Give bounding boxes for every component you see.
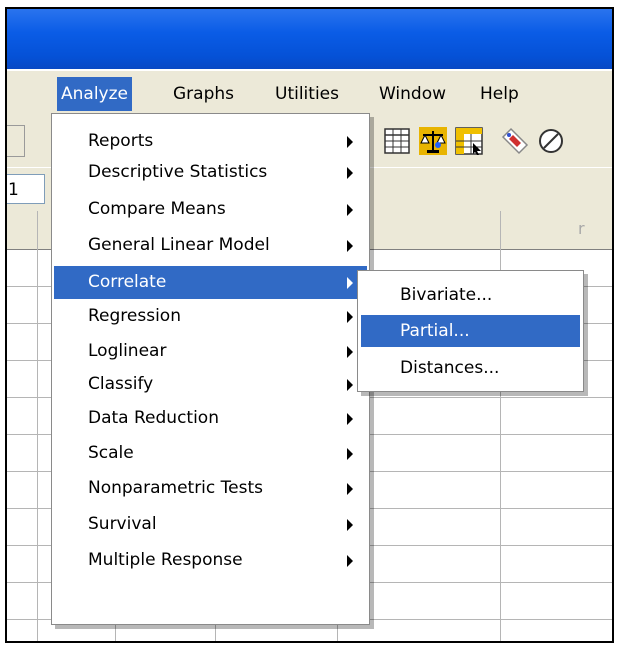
menu-item-nonparametric-tests[interactable]: Nonparametric Tests [54, 474, 367, 503]
submenu-arrow-icon [347, 204, 353, 216]
value-labels-icon[interactable] [499, 125, 531, 157]
analyze-dropdown-menu: Reports Descriptive Statistics Compare M… [51, 113, 370, 625]
menu-item-compare-means[interactable]: Compare Means [54, 195, 367, 224]
menu-item-label: Correlate [88, 272, 167, 292]
menu-item-correlate[interactable]: Correlate [54, 266, 367, 299]
menu-item-loglinear[interactable]: Loglinear [54, 337, 367, 366]
select-cases-icon[interactable] [453, 125, 485, 157]
submenu-arrow-icon [347, 555, 353, 567]
menu-item-partial[interactable] [7, 77, 11, 111]
menu-item-label: Classify [88, 374, 154, 394]
menu-item-label: Scale [88, 443, 134, 463]
menu-item-label: Regression [88, 306, 181, 326]
menu-item-label: Loglinear [88, 341, 167, 361]
submenu-arrow-icon [347, 346, 353, 358]
submenu-arrow-icon [347, 379, 353, 391]
submenu-arrow-icon [347, 519, 353, 531]
cell-reference-field[interactable]: 1 [7, 174, 45, 204]
correlate-submenu: Bivariate... Partial... Distances... [357, 270, 584, 392]
balance-scale-icon[interactable] [417, 125, 449, 157]
submenu-item-bivariate[interactable]: Bivariate... [361, 279, 580, 311]
submenu-arrow-icon [347, 311, 353, 323]
menu-item-label: Data Reduction [88, 408, 219, 428]
submenu-item-distances[interactable]: Distances... [361, 352, 580, 384]
menu-item-scale[interactable]: Scale [54, 439, 367, 468]
title-bar[interactable] [7, 9, 612, 69]
menu-analyze[interactable]: Analyze [57, 77, 132, 111]
menu-item-label: Compare Means [88, 199, 226, 219]
menu-graphs[interactable]: Graphs [169, 77, 238, 111]
menu-window[interactable]: Window [375, 77, 450, 111]
menu-item-classify[interactable]: Classify [54, 370, 367, 399]
submenu-arrow-icon [347, 167, 353, 179]
use-sets-icon[interactable] [535, 125, 567, 157]
menu-item-label: Descriptive Statistics [88, 162, 268, 182]
menu-help[interactable]: Help [476, 77, 523, 111]
menu-utilities[interactable]: Utilities [271, 77, 343, 111]
menu-item-label: Nonparametric Tests [88, 478, 263, 498]
grid-icon[interactable] [381, 125, 413, 157]
grid-divider [37, 211, 38, 641]
menu-item-label: Multiple Response [88, 550, 243, 570]
column-header-label[interactable]: r [578, 219, 585, 238]
menu-item-general-linear-model[interactable]: General Linear Model [54, 231, 367, 260]
menu-item-data-reduction[interactable]: Data Reduction [54, 404, 367, 433]
menu-item-reports[interactable]: Reports [54, 127, 367, 156]
submenu-arrow-icon [347, 240, 353, 252]
submenu-arrow-icon [347, 136, 353, 148]
menu-item-survival[interactable]: Survival [54, 510, 367, 539]
submenu-arrow-icon [347, 483, 353, 495]
submenu-arrow-icon [347, 277, 353, 289]
menu-item-regression[interactable]: Regression [54, 302, 367, 331]
menu-item-label: Survival [88, 514, 157, 534]
menu-item-multiple-response[interactable]: Multiple Response [54, 546, 367, 575]
submenu-arrow-icon [347, 413, 353, 425]
menu-bar: Analyze Graphs Utilities Window Help [7, 71, 612, 116]
menu-item-descriptive-statistics[interactable]: Descriptive Statistics [54, 158, 367, 187]
submenu-arrow-icon [347, 448, 353, 460]
submenu-item-partial[interactable]: Partial... [361, 315, 580, 347]
toolbar-button-partial[interactable] [7, 125, 25, 157]
menu-item-label: General Linear Model [88, 235, 270, 255]
menu-item-label: Reports [88, 131, 154, 151]
